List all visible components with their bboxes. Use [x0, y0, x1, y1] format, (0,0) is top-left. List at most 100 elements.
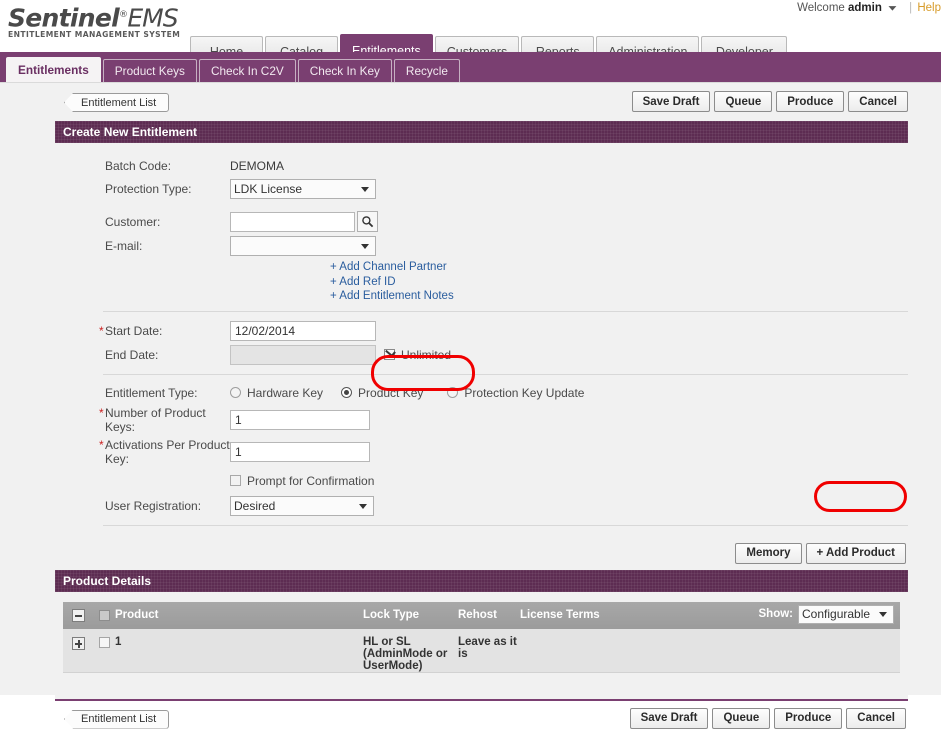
row-end-date: End Date: Unlimited [55, 343, 908, 367]
radio-protection-key-update-wrapper[interactable]: Protection Key Update [447, 386, 584, 400]
secondary-nav-band: Entitlements Product Keys Check In C2V C… [0, 52, 941, 82]
prompt-for-confirmation-wrapper[interactable]: Prompt for Confirmation [230, 474, 374, 488]
save-draft-button-top[interactable]: Save Draft [632, 91, 711, 112]
separator-pipe: | [909, 2, 912, 14]
number-of-product-keys-label-text: Number of Product Keys: [105, 406, 206, 434]
welcome-user-menu[interactable]: Welcome admin ▼ [797, 2, 897, 14]
protection-type-select[interactable]: LDK License [230, 179, 376, 199]
row-batch-code: Batch Code: DEMOMA [55, 155, 908, 177]
create-new-entitlement-header: Create New Entitlement [55, 121, 908, 143]
subtab-recycle[interactable]: Recycle [394, 59, 460, 82]
end-date-input [230, 345, 376, 365]
product-details-header: Product Details [55, 570, 908, 592]
required-indicator: * [99, 438, 104, 452]
welcome-username: admin [848, 2, 882, 14]
activations-per-product-key-input[interactable] [230, 442, 370, 462]
add-entitlement-notes-link[interactable]: + Add Entitlement Notes [330, 289, 908, 304]
subtab-check-in-key[interactable]: Check In Key [298, 59, 392, 82]
number-of-product-keys-input[interactable] [230, 410, 370, 430]
start-date-input[interactable] [230, 321, 376, 341]
queue-button-bottom[interactable]: Queue [712, 708, 770, 729]
number-of-product-keys-label: * Number of Product Keys: [55, 406, 230, 434]
help-link[interactable]: Help [917, 2, 941, 14]
form-divider-1 [103, 311, 908, 312]
collapse-all-icon[interactable] [72, 609, 85, 622]
row-entitlement-type: Entitlement Type: Hardware Key Product K… [55, 382, 908, 404]
user-registration-select[interactable]: Desired [230, 496, 374, 516]
unlimited-checkbox-wrapper[interactable]: Unlimited [384, 348, 451, 362]
cell-product: 1 [115, 636, 363, 648]
column-header-product[interactable]: Product [115, 609, 363, 621]
start-date-label: * Start Date: [55, 324, 230, 338]
logo-tagline: ENTITLEMENT MANAGEMENT SYSTEM [8, 30, 186, 39]
grid-header-row: Product Lock Type Rehost License Terms S… [63, 602, 900, 629]
end-date-label: End Date: [55, 348, 230, 362]
radio-hardware-key[interactable] [230, 387, 241, 398]
cell-lock-type: HL or SL (AdminMode or UserMode) [363, 636, 458, 672]
queue-button-top[interactable]: Queue [714, 91, 772, 112]
app-header: Sentinel®EMS ENTITLEMENT MANAGEMENT SYST… [0, 18, 941, 52]
add-ref-id-link[interactable]: + Add Ref ID [330, 275, 908, 290]
expand-row-icon[interactable] [72, 637, 85, 650]
row-email: E-mail: [55, 234, 908, 258]
email-select[interactable] [230, 236, 376, 256]
add-product-button[interactable]: + Add Product [806, 543, 906, 564]
row-customer: Customer: [55, 209, 908, 234]
table-row[interactable]: 1 HL or SL (AdminMode or UserMode) Leave… [63, 629, 900, 673]
radio-product-key-wrapper[interactable]: Product Key [341, 386, 423, 400]
customer-input[interactable] [230, 212, 355, 232]
chevron-down-icon[interactable]: ▼ [886, 4, 899, 13]
radio-protection-key-update[interactable] [447, 387, 458, 398]
column-header-lock-type[interactable]: Lock Type [363, 609, 458, 621]
cancel-button-bottom[interactable]: Cancel [846, 708, 906, 729]
subtab-check-in-c2v[interactable]: Check In C2V [199, 59, 296, 82]
prompt-for-confirmation-checkbox[interactable] [230, 475, 241, 486]
add-channel-partner-link[interactable]: + Add Channel Partner [330, 260, 908, 275]
help-area: | Help [909, 2, 941, 14]
select-all-checkbox[interactable] [99, 610, 110, 621]
row-select-checkbox[interactable] [99, 637, 110, 648]
user-registration-label: User Registration: [55, 499, 230, 513]
required-indicator: * [99, 324, 104, 338]
entitlement-list-back-button-top[interactable]: Entitlement List [64, 93, 169, 112]
row-protection-type: Protection Type: LDK License [55, 177, 908, 201]
customer-label: Customer: [55, 215, 230, 229]
form-divider-3 [103, 525, 908, 526]
required-indicator: * [99, 406, 104, 420]
product-action-toolbar: Memory + Add Product [55, 543, 908, 567]
protection-type-label: Protection Type: [55, 182, 230, 196]
entitlement-list-back-button-bottom[interactable]: Entitlement List [64, 710, 169, 729]
row-prompt-for-confirmation: Prompt for Confirmation [55, 468, 908, 494]
form-divider-2 [103, 374, 908, 375]
show-filter-label: Show: [759, 608, 794, 620]
cell-rehost: Leave as it is [458, 636, 520, 660]
cancel-button-top[interactable]: Cancel [848, 91, 908, 112]
bottom-toolbar: Entitlement List Save Draft Queue Produc… [55, 701, 908, 735]
unlimited-label: Unlimited [401, 348, 451, 362]
logo-wordmark: Sentinel®EMS [8, 2, 186, 31]
start-date-label-text: Start Date: [105, 324, 162, 338]
top-toolbar: Entitlement List Save Draft Queue Produc… [0, 89, 941, 118]
row-start-date: * Start Date: [55, 319, 908, 343]
show-filter: Show: Configurable [759, 605, 895, 624]
search-icon[interactable] [357, 211, 378, 232]
column-header-rehost[interactable]: Rehost [458, 609, 520, 621]
page-content: Entitlement List Save Draft Queue Produc… [0, 82, 941, 695]
subtab-product-keys[interactable]: Product Keys [103, 59, 197, 82]
radio-protection-key-update-label: Protection Key Update [464, 386, 584, 400]
radio-product-key[interactable] [341, 387, 352, 398]
unlimited-checkbox[interactable] [384, 349, 395, 360]
bottom-action-buttons: Save Draft Queue Produce Cancel [626, 708, 906, 729]
subtab-entitlements[interactable]: Entitlements [6, 57, 101, 82]
produce-button-bottom[interactable]: Produce [774, 708, 842, 729]
memory-button[interactable]: Memory [735, 543, 801, 564]
radio-hardware-key-label: Hardware Key [247, 386, 323, 400]
show-filter-select[interactable]: Configurable [798, 605, 894, 624]
sentinel-ems-logo: Sentinel®EMS ENTITLEMENT MANAGEMENT SYST… [8, 2, 186, 39]
produce-button-top[interactable]: Produce [776, 91, 844, 112]
radio-hardware-key-wrapper[interactable]: Hardware Key [230, 386, 323, 400]
save-draft-button-bottom[interactable]: Save Draft [630, 708, 709, 729]
secondary-navigation-tabs: Entitlements Product Keys Check In C2V C… [6, 54, 462, 82]
logo-main-text: Sentinel [8, 3, 119, 32]
prompt-for-confirmation-label: Prompt for Confirmation [247, 474, 374, 488]
